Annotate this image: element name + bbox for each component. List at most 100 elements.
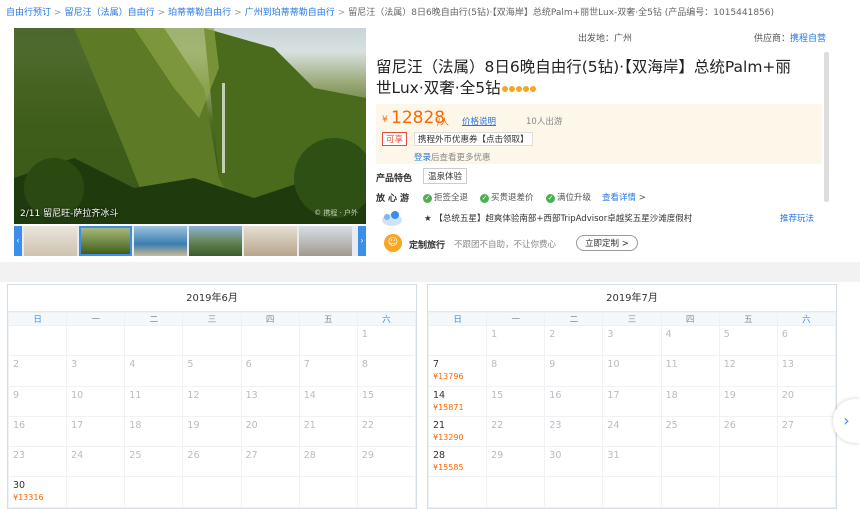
thumbnail-6[interactable] (299, 226, 352, 256)
calendar-day-number: 13 (781, 359, 794, 371)
calendar-day-cell (240, 324, 300, 357)
calendar-day-number: 15 (361, 389, 374, 401)
calendar-day-cell: 16 (7, 415, 68, 448)
calendar-day-cell: 1 (486, 324, 546, 357)
breadcrumb-sep: > (157, 8, 166, 18)
guarantee-text: 买贵退差价 (491, 193, 534, 203)
calendar-day-number: 30 (549, 450, 562, 462)
calendar-day-cell: 10 (602, 355, 662, 387)
calendar-day-cell: 3 (66, 355, 126, 387)
login-link[interactable]: 登录 (414, 153, 431, 163)
calendar-day-cell[interactable]: 7 ¥13796 (427, 355, 488, 387)
calendar-day-number: 31 (607, 450, 620, 462)
vendor-link[interactable]: 携程自营 (790, 34, 826, 44)
chevron-right-icon: > (638, 193, 646, 203)
check-icon: ✓ (423, 194, 432, 203)
calendar-day-cell: 16 (544, 385, 604, 417)
calendar-week-row: 9 10 11 12 13 14 15 (7, 385, 417, 417)
calendar-day-cell (427, 476, 488, 508)
calendar-day-cell: 10 (66, 385, 126, 417)
info-scrollbar[interactable] (824, 52, 829, 202)
calendar-day-cell: 12 (182, 385, 242, 417)
calendar-day-cell: 20 (240, 415, 300, 448)
breadcrumb-sep: > (234, 8, 242, 18)
weekday-header: 三 (182, 312, 242, 326)
calendar-day-cell (298, 324, 358, 357)
guarantee-details-link[interactable]: 查看详情 (602, 193, 636, 203)
calendar-day-cell: 13 (240, 385, 300, 417)
breadcrumb-link-1[interactable]: 自由行预订 (6, 8, 51, 18)
calendar-day-cell: 22 (356, 415, 417, 448)
recommend-link[interactable]: 推荐玩法 (780, 212, 814, 224)
calendar-week-row: 14 ¥15871 15 16 17 18 19 20 (427, 385, 837, 417)
calendar-day-number: 19 (187, 419, 200, 431)
calendar-grid: 日一二三四五六 1 2 3 4 5 6 7 8 9 10 11 12 13 14 15 16 17 18 19 20 21… (7, 312, 417, 508)
guarantee-details[interactable]: 查看详情 > (602, 191, 646, 203)
calendar-day-cell[interactable]: 28 ¥15585 (427, 446, 488, 478)
calendar-day-cell: 3 (602, 324, 662, 357)
calendar-day-number: 14 (433, 389, 446, 401)
calendar-day-cell: 20 (776, 385, 837, 417)
calendar-day-number: 3 (607, 329, 614, 340)
chevron-right-icon[interactable]: › (358, 226, 366, 256)
diamond-icon (515, 85, 522, 92)
coupon-button[interactable]: 携程外币优惠券【点击领取】 (414, 132, 533, 146)
calendar-day-cell (776, 446, 837, 478)
calendar-day-number: 8 (361, 359, 368, 371)
calendar-day-cell[interactable]: 30 ¥13316 (7, 476, 68, 508)
calendar-day-number: 24 (71, 450, 84, 462)
thumbnail-3[interactable] (134, 226, 187, 256)
price-note-link[interactable]: 价格说明 (462, 115, 496, 127)
custom-travel-title: 定制旅行 (409, 241, 446, 251)
thumbnail-5[interactable] (244, 226, 297, 256)
calendar-day-cell (544, 476, 604, 508)
calendar-day-cell: 11 (660, 355, 720, 387)
calendar-day-cell: 6 (776, 324, 837, 357)
thumbnail-4[interactable] (189, 226, 242, 256)
breadcrumb-link-4[interactable]: 广州到珀蒂蒂勒自由行 (245, 8, 335, 18)
calendar-day-cell: 4 (124, 355, 184, 387)
calendar-day-cell: 14 (298, 385, 358, 417)
thumbnail-2[interactable] (79, 226, 132, 256)
product-title: 留尼汪（法属）8日6晚自由行(5钻)·【双海岸】总统Palm+丽世Lux·双奢·… (376, 57, 796, 99)
calendar-day-cell (66, 476, 126, 508)
product-title-text: 留尼汪（法属）8日6晚自由行(5钻)·【双海岸】总统Palm+丽世Lux·双奢·… (376, 58, 791, 97)
calendar-day-cell (124, 476, 184, 508)
custom-travel-desc: 不跟团不自助，不让你费心 (454, 240, 557, 250)
calendar-day-cell: 7 (298, 355, 358, 387)
weekday-header: 六 (356, 312, 417, 326)
breadcrumb-link-3[interactable]: 珀蒂蒂勒自由行 (168, 8, 231, 18)
currency-symbol: ¥ (382, 115, 388, 125)
calendar-day-number: 13 (245, 389, 258, 401)
calendar-day-cell[interactable]: 14 ¥15871 (427, 385, 488, 417)
calendar-next-button[interactable]: › (833, 399, 860, 443)
calendar-week-row: 7 ¥13796 8 9 10 11 12 13 (427, 355, 837, 387)
breadcrumb-sep: > (54, 8, 62, 18)
calendar-day-number: 29 (491, 450, 504, 462)
login-hint-text: 后查看更多优惠 (431, 153, 491, 163)
chevron-left-icon[interactable]: ‹ (14, 226, 22, 256)
calendar-day-cell (486, 476, 546, 508)
calendar-day-cell: 24 (66, 446, 126, 478)
custom-travel-button[interactable]: 立即定制 > (576, 235, 638, 251)
breadcrumb-link-2[interactable]: 留尼汪（法属）自由行 (65, 8, 155, 18)
calendar-day-number: 9 (13, 389, 20, 401)
calendar-day-cell (124, 324, 184, 357)
calendar-day-cell[interactable]: 21 ¥13290 (427, 415, 488, 448)
calendar-day-cell: 17 (602, 385, 662, 417)
calendar-day-number: 4 (665, 329, 672, 340)
calendar-day-cell (182, 324, 242, 357)
hero-image[interactable]: 2/11 留尼旺-萨拉齐冰斗 © 携程 · 户外 (14, 28, 366, 224)
calendar-day-number: 11 (129, 389, 142, 401)
breadcrumb-current: 留尼汪（法属）8日6晚自由行(5钻)·【双海岸】总统Palm+丽世Lux-双奢·… (348, 8, 775, 18)
calendar-week-row: 28 ¥15585 29 30 31 (427, 446, 837, 478)
weekday-header: 二 (544, 312, 604, 326)
calendar-day-cell: 5 (718, 324, 778, 357)
calendar-day-cell: 30 (544, 446, 604, 478)
weekday-header: 日 (427, 312, 488, 326)
thumbnail-1[interactable] (24, 226, 77, 256)
calendar-day-number: 30 (13, 480, 26, 492)
calendar-day-price: ¥15585 (433, 463, 464, 473)
calendar-day-number: 1 (491, 329, 498, 340)
calendar-day-cell: 25 (124, 446, 184, 478)
